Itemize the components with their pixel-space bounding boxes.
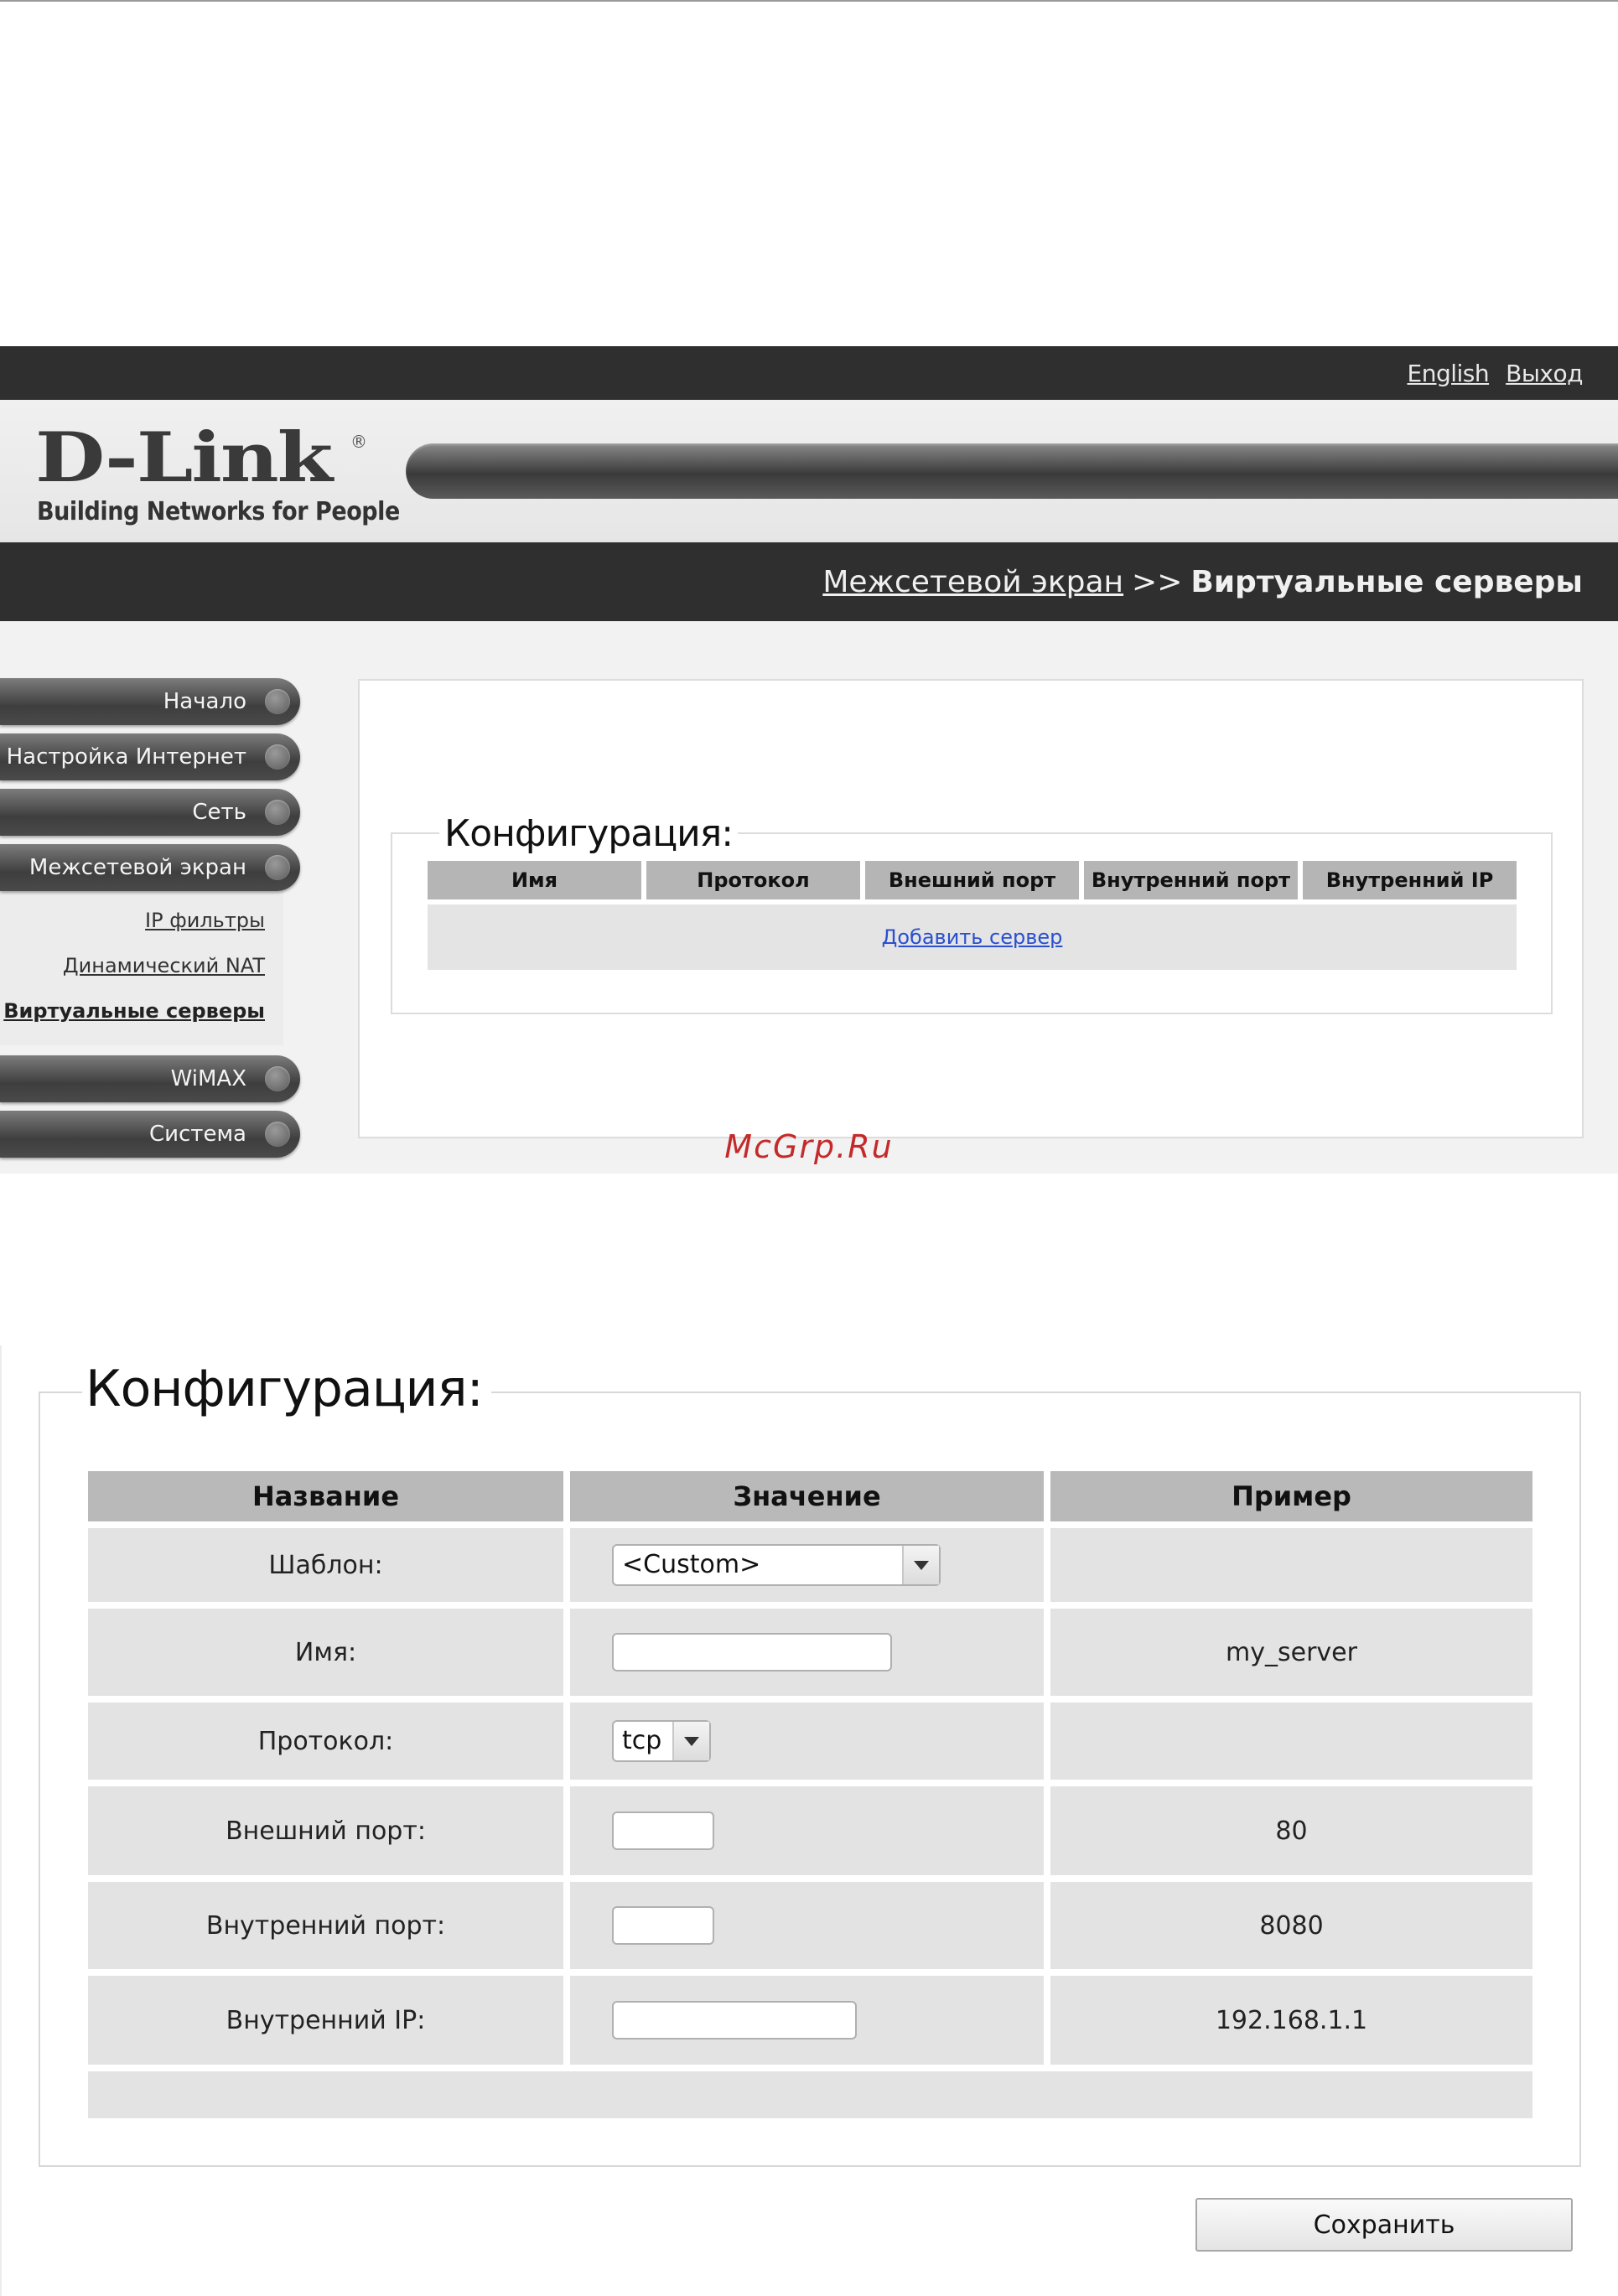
row-example-internal-ip: 192.168.1.1 bbox=[1050, 1976, 1532, 2065]
row-label-protocol: Протокол: bbox=[88, 1703, 563, 1780]
row-label-internal-port: Внутренний порт: bbox=[88, 1882, 563, 1969]
sidebar-item-label: Межсетевой экран bbox=[29, 855, 246, 880]
decorative-header-bar bbox=[406, 443, 1618, 499]
row-example-name: my_server bbox=[1050, 1609, 1532, 1696]
header-value: Значение bbox=[570, 1471, 1044, 1521]
content-panel: Конфигурация: Имя Протокол Внешний порт … bbox=[358, 679, 1584, 1138]
submenu-item-dynamic-nat[interactable]: Динамический NAT bbox=[0, 943, 283, 988]
firewall-submenu: IP фильтры Динамический NAT Виртуальные … bbox=[0, 891, 283, 1045]
sidebar-item-network[interactable]: Сеть bbox=[0, 789, 300, 836]
column-header-internal-ip: Внутренний IP bbox=[1303, 861, 1517, 899]
breadcrumb-firewall-link[interactable]: Межсетевой экран bbox=[822, 565, 1123, 599]
config-table: Название Значение Пример Шаблон: <Custom… bbox=[88, 1471, 1532, 2118]
sidebar: Начало Настройка Интернет Сеть Межсетево… bbox=[0, 678, 302, 1166]
left-rule bbox=[0, 1345, 2, 2296]
breadcrumb-separator: >> bbox=[1132, 564, 1183, 599]
language-english-link[interactable]: English bbox=[1408, 360, 1490, 387]
row-label-name: Имя: bbox=[88, 1609, 563, 1696]
sidebar-item-label: Начало bbox=[163, 689, 246, 714]
sidebar-item-start[interactable]: Начало bbox=[0, 678, 300, 725]
servers-table-body: Добавить сервер bbox=[428, 904, 1517, 970]
template-select-value: <Custom> bbox=[622, 1550, 761, 1579]
registered-mark: ® bbox=[350, 432, 367, 452]
arrow-circle-icon bbox=[265, 744, 290, 770]
table-row: Внутренний порт: 8080 bbox=[88, 1882, 1532, 1969]
table-row: Имя: my_server bbox=[88, 1609, 1532, 1696]
row-value-cell bbox=[570, 1786, 1044, 1875]
arrow-circle-icon bbox=[265, 855, 290, 880]
chevron-down-icon bbox=[902, 1546, 939, 1584]
save-button[interactable]: Сохранить bbox=[1195, 2198, 1573, 2252]
row-label-external-port: Внешний порт: bbox=[88, 1786, 563, 1875]
column-header-name: Имя bbox=[428, 861, 641, 899]
submenu-item-ip-filters[interactable]: IP фильтры bbox=[0, 898, 283, 943]
row-label-internal-ip: Внутренний IP: bbox=[88, 1976, 563, 2065]
add-server-link[interactable]: Добавить сервер bbox=[882, 925, 1063, 949]
row-value-cell bbox=[570, 1882, 1044, 1969]
config-legend: Конфигурация: bbox=[82, 1360, 491, 1418]
header-name: Название bbox=[88, 1471, 563, 1521]
config-table-header: Название Значение Пример bbox=[88, 1471, 1532, 1521]
logout-link[interactable]: Выход bbox=[1506, 360, 1583, 387]
column-header-internal-port: Внутренний порт bbox=[1084, 861, 1298, 899]
row-value-cell bbox=[570, 1976, 1044, 2065]
dlink-logo: D-Link bbox=[35, 417, 333, 498]
table-row: Внутренний IP: 192.168.1.1 bbox=[88, 1976, 1532, 2065]
breadcrumb: Межсетевой экран >> Виртуальные серверы bbox=[822, 542, 1583, 621]
protocol-select-value: tcp bbox=[622, 1726, 662, 1755]
top-bar: English Выход bbox=[0, 346, 1618, 400]
arrow-circle-icon bbox=[265, 1066, 290, 1091]
breadcrumb-current: Виртуальные серверы bbox=[1190, 564, 1583, 599]
column-header-external-port: Внешний порт bbox=[865, 861, 1079, 899]
column-header-protocol: Протокол bbox=[646, 861, 860, 899]
row-example-protocol bbox=[1050, 1703, 1532, 1780]
servers-legend: Конфигурация: bbox=[439, 812, 739, 855]
row-value-cell bbox=[570, 1609, 1044, 1696]
internal-port-input[interactable] bbox=[612, 1906, 714, 1945]
table-row: Внешний порт: 80 bbox=[88, 1786, 1532, 1875]
sidebar-item-label: Сеть bbox=[192, 800, 246, 825]
logo-tagline: Building Networks for People bbox=[37, 497, 400, 526]
table-footer-row bbox=[88, 2071, 1532, 2118]
protocol-select[interactable]: tcp bbox=[612, 1720, 711, 1762]
virtual-server-form-screenshot: Конфигурация: Название Значение Пример Ш… bbox=[0, 1345, 1618, 2296]
row-example-internal-port: 8080 bbox=[1050, 1882, 1532, 1969]
row-value-cell: tcp bbox=[570, 1703, 1044, 1780]
arrow-circle-icon bbox=[265, 689, 290, 714]
config-fieldset: Конфигурация: Название Значение Пример Ш… bbox=[39, 1360, 1581, 2167]
sidebar-item-label: WiMAX bbox=[170, 1066, 246, 1091]
template-select[interactable]: <Custom> bbox=[612, 1544, 941, 1586]
external-port-input[interactable] bbox=[612, 1811, 714, 1850]
table-row: Шаблон: <Custom> bbox=[88, 1528, 1532, 1602]
submenu-item-virtual-servers[interactable]: Виртуальные серверы bbox=[0, 988, 283, 1034]
table-row: Протокол: tcp bbox=[88, 1703, 1532, 1780]
sidebar-item-firewall[interactable]: Межсетевой экран bbox=[0, 844, 300, 891]
arrow-circle-icon bbox=[265, 800, 290, 825]
breadcrumb-bar: Межсетевой экран >> Виртуальные серверы bbox=[0, 542, 1618, 621]
row-value-cell: <Custom> bbox=[570, 1528, 1044, 1602]
chevron-down-icon bbox=[672, 1722, 709, 1760]
sidebar-item-internet-setup[interactable]: Настройка Интернет bbox=[0, 733, 300, 780]
router-web-ui-screenshot: English Выход D-Link ® Building Networks… bbox=[0, 346, 1618, 1174]
row-label-template: Шаблон: bbox=[88, 1528, 563, 1602]
row-example-external-port: 80 bbox=[1050, 1786, 1532, 1875]
top-links: English Выход bbox=[1408, 346, 1584, 400]
header-example: Пример bbox=[1050, 1471, 1532, 1521]
sidebar-item-wimax[interactable]: WiMAX bbox=[0, 1055, 300, 1102]
row-example-template bbox=[1050, 1528, 1532, 1602]
servers-fieldset: Конфигурация: Имя Протокол Внешний порт … bbox=[391, 812, 1553, 1014]
name-input[interactable] bbox=[612, 1633, 892, 1671]
top-rule bbox=[0, 0, 1618, 2]
watermark: McGrp.Ru bbox=[724, 1128, 894, 1165]
logo-area: D-Link ® Building Networks for People bbox=[0, 400, 1618, 542]
servers-table-header: Имя Протокол Внешний порт Внутренний пор… bbox=[428, 861, 1517, 899]
sidebar-item-label: Настройка Интернет bbox=[6, 744, 246, 770]
internal-ip-input[interactable] bbox=[612, 2001, 857, 2039]
